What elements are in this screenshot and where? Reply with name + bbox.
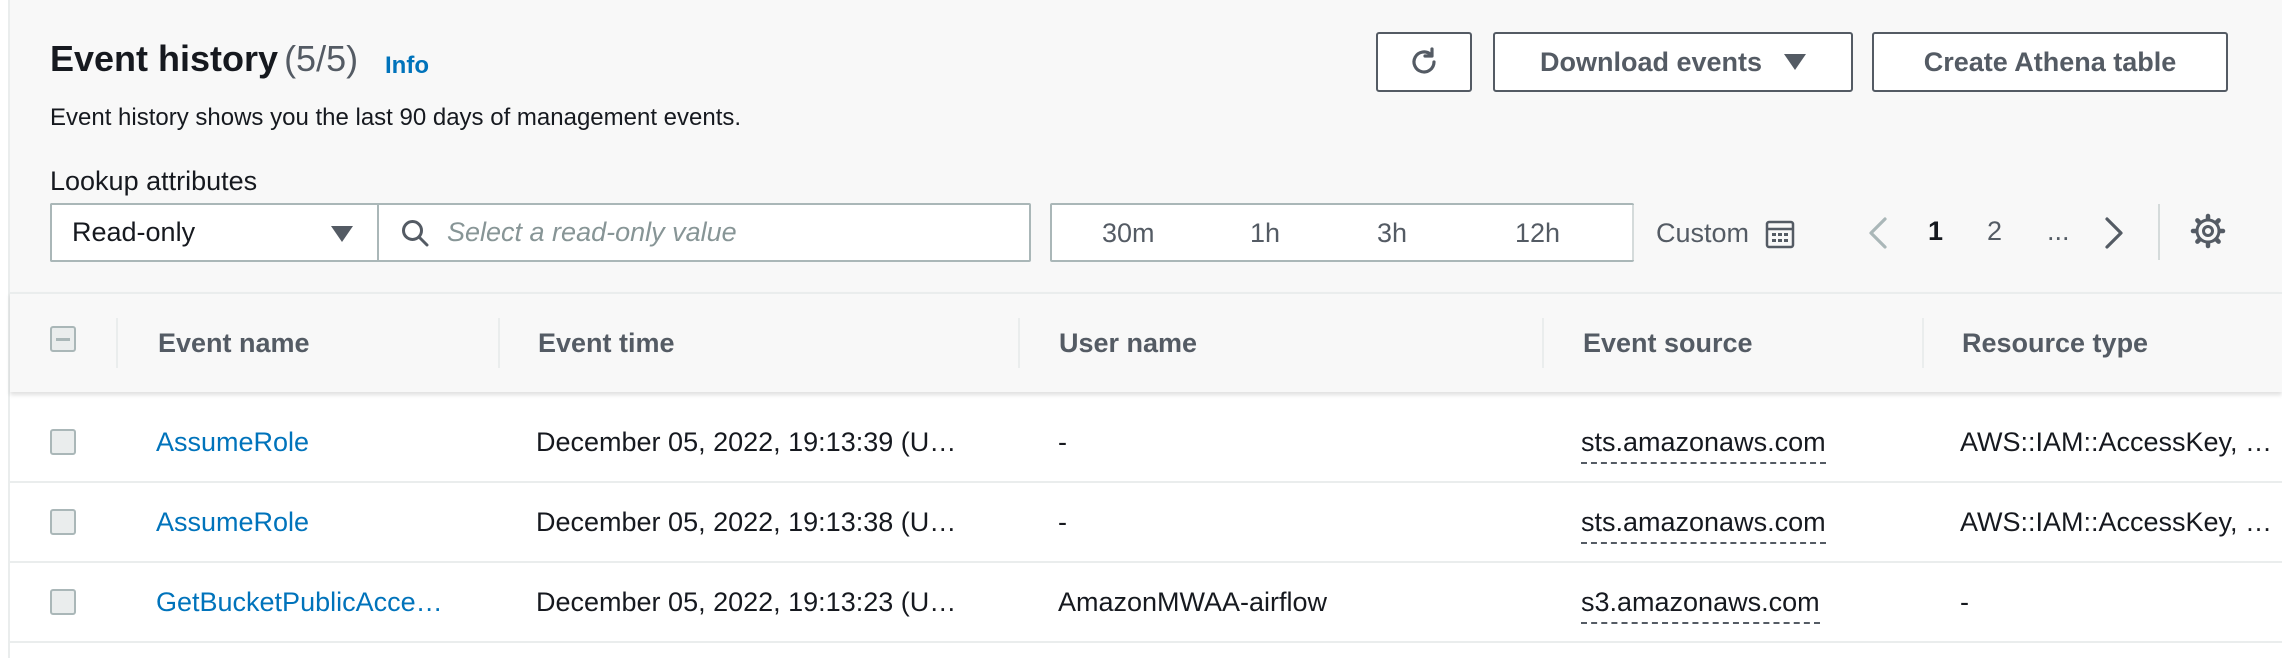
column-separator xyxy=(1922,318,1924,368)
column-separator xyxy=(1542,318,1544,368)
resource-type: AWS::IAM::AccessKey, … xyxy=(1960,507,2270,537)
table-row: AssumeRole December 05, 2022, 19:13:39 (… xyxy=(10,403,2282,483)
event-source[interactable]: s3.amazonaws.com xyxy=(1581,587,1820,624)
resource-type: AWS::IAM::AccessKey, … xyxy=(1960,427,2270,457)
panel-header: Event history (5/5) Info Event history sh… xyxy=(10,0,2282,292)
column-separator xyxy=(116,318,118,368)
user-name: - xyxy=(1058,507,1067,537)
column-header-user-name[interactable]: User name xyxy=(1059,328,1197,359)
table-row: AssumeRole December 05, 2022, 19:13:38 (… xyxy=(10,483,2282,563)
create-athena-table-button[interactable]: Create Athena table xyxy=(1872,32,2228,92)
indeterminate-mark xyxy=(56,338,70,341)
range-option-30m[interactable]: 30m xyxy=(1102,218,1155,249)
page-title: Event history (5/5) xyxy=(50,38,358,80)
previous-page-icon[interactable] xyxy=(1868,216,1888,250)
refresh-button[interactable] xyxy=(1376,32,1472,92)
row-checkbox[interactable] xyxy=(50,429,76,455)
lookup-attributes-label: Lookup attributes xyxy=(50,166,258,196)
info-link[interactable]: Info xyxy=(385,52,429,80)
lookup-attribute-value: Read-only xyxy=(72,217,196,247)
event-time: December 05, 2022, 19:13:38 (U… xyxy=(536,507,957,537)
range-option-3h[interactable]: 3h xyxy=(1377,218,1407,249)
event-name-link[interactable]: AssumeRole xyxy=(156,507,309,538)
range-option-12h[interactable]: 12h xyxy=(1515,218,1560,249)
column-separator xyxy=(498,318,500,368)
page-description: Event history shows you the last 90 days… xyxy=(50,104,742,131)
range-custom-label: Custom xyxy=(1656,218,1750,248)
column-separator xyxy=(1018,318,1020,368)
next-page-icon[interactable] xyxy=(2104,216,2124,250)
gear-icon[interactable] xyxy=(2190,213,2226,249)
refresh-icon xyxy=(1412,47,1436,74)
range-divider xyxy=(1632,205,1634,260)
event-time: December 05, 2022, 19:13:23 (U… xyxy=(536,587,957,617)
time-range-selector: 30m 1h 3h 12h Custom xyxy=(1050,203,1795,262)
table-header: Event name Event time User name Event so… xyxy=(10,292,2282,392)
event-name-link[interactable]: GetBucketPublicAcce… xyxy=(156,587,443,618)
resource-type: - xyxy=(1960,587,1969,617)
caret-down-icon xyxy=(1784,54,1807,70)
column-header-event-name[interactable]: Event name xyxy=(158,328,310,359)
event-source[interactable]: sts.amazonaws.com xyxy=(1581,427,1826,464)
range-option-custom[interactable]: Custom xyxy=(1656,218,1795,249)
table-row: GetBucketPublicAcce… December 05, 2022, … xyxy=(10,563,2282,643)
page-2[interactable]: 2 xyxy=(1987,216,2002,247)
user-name: AmazonMWAA-airflow xyxy=(1058,587,1328,617)
search-icon xyxy=(402,219,429,246)
page-ellipsis: ... xyxy=(2047,216,2070,246)
event-count: (5/5) xyxy=(284,38,359,79)
calendar-icon xyxy=(1765,220,1795,248)
page-title-text: Event history xyxy=(50,38,279,79)
event-history-panel: Event history (5/5) Info Event history sh… xyxy=(8,0,2282,658)
caret-down-icon xyxy=(331,226,353,242)
pager-divider xyxy=(2158,204,2160,260)
page-1[interactable]: 1 xyxy=(1928,216,1943,247)
event-name-link[interactable]: AssumeRole xyxy=(156,427,309,458)
event-time: December 05, 2022, 19:13:39 (U… xyxy=(536,427,957,457)
download-events-label: Download events xyxy=(1539,46,1763,77)
user-name: - xyxy=(1058,427,1067,457)
select-all-checkbox[interactable] xyxy=(50,326,76,352)
column-header-resource-type[interactable]: Resource type xyxy=(1962,328,2148,359)
row-checkbox[interactable] xyxy=(50,589,76,615)
lookup-value-input[interactable] xyxy=(445,216,1009,249)
column-header-event-time[interactable]: Event time xyxy=(538,328,675,359)
lookup-value-search xyxy=(377,203,1031,262)
row-checkbox[interactable] xyxy=(50,509,76,535)
lookup-attribute-select[interactable]: Read-only xyxy=(50,203,377,262)
download-events-button[interactable]: Download events xyxy=(1493,32,1853,92)
event-source[interactable]: sts.amazonaws.com xyxy=(1581,507,1826,544)
column-header-event-source[interactable]: Event source xyxy=(1583,328,1753,359)
range-option-1h[interactable]: 1h xyxy=(1250,218,1280,249)
